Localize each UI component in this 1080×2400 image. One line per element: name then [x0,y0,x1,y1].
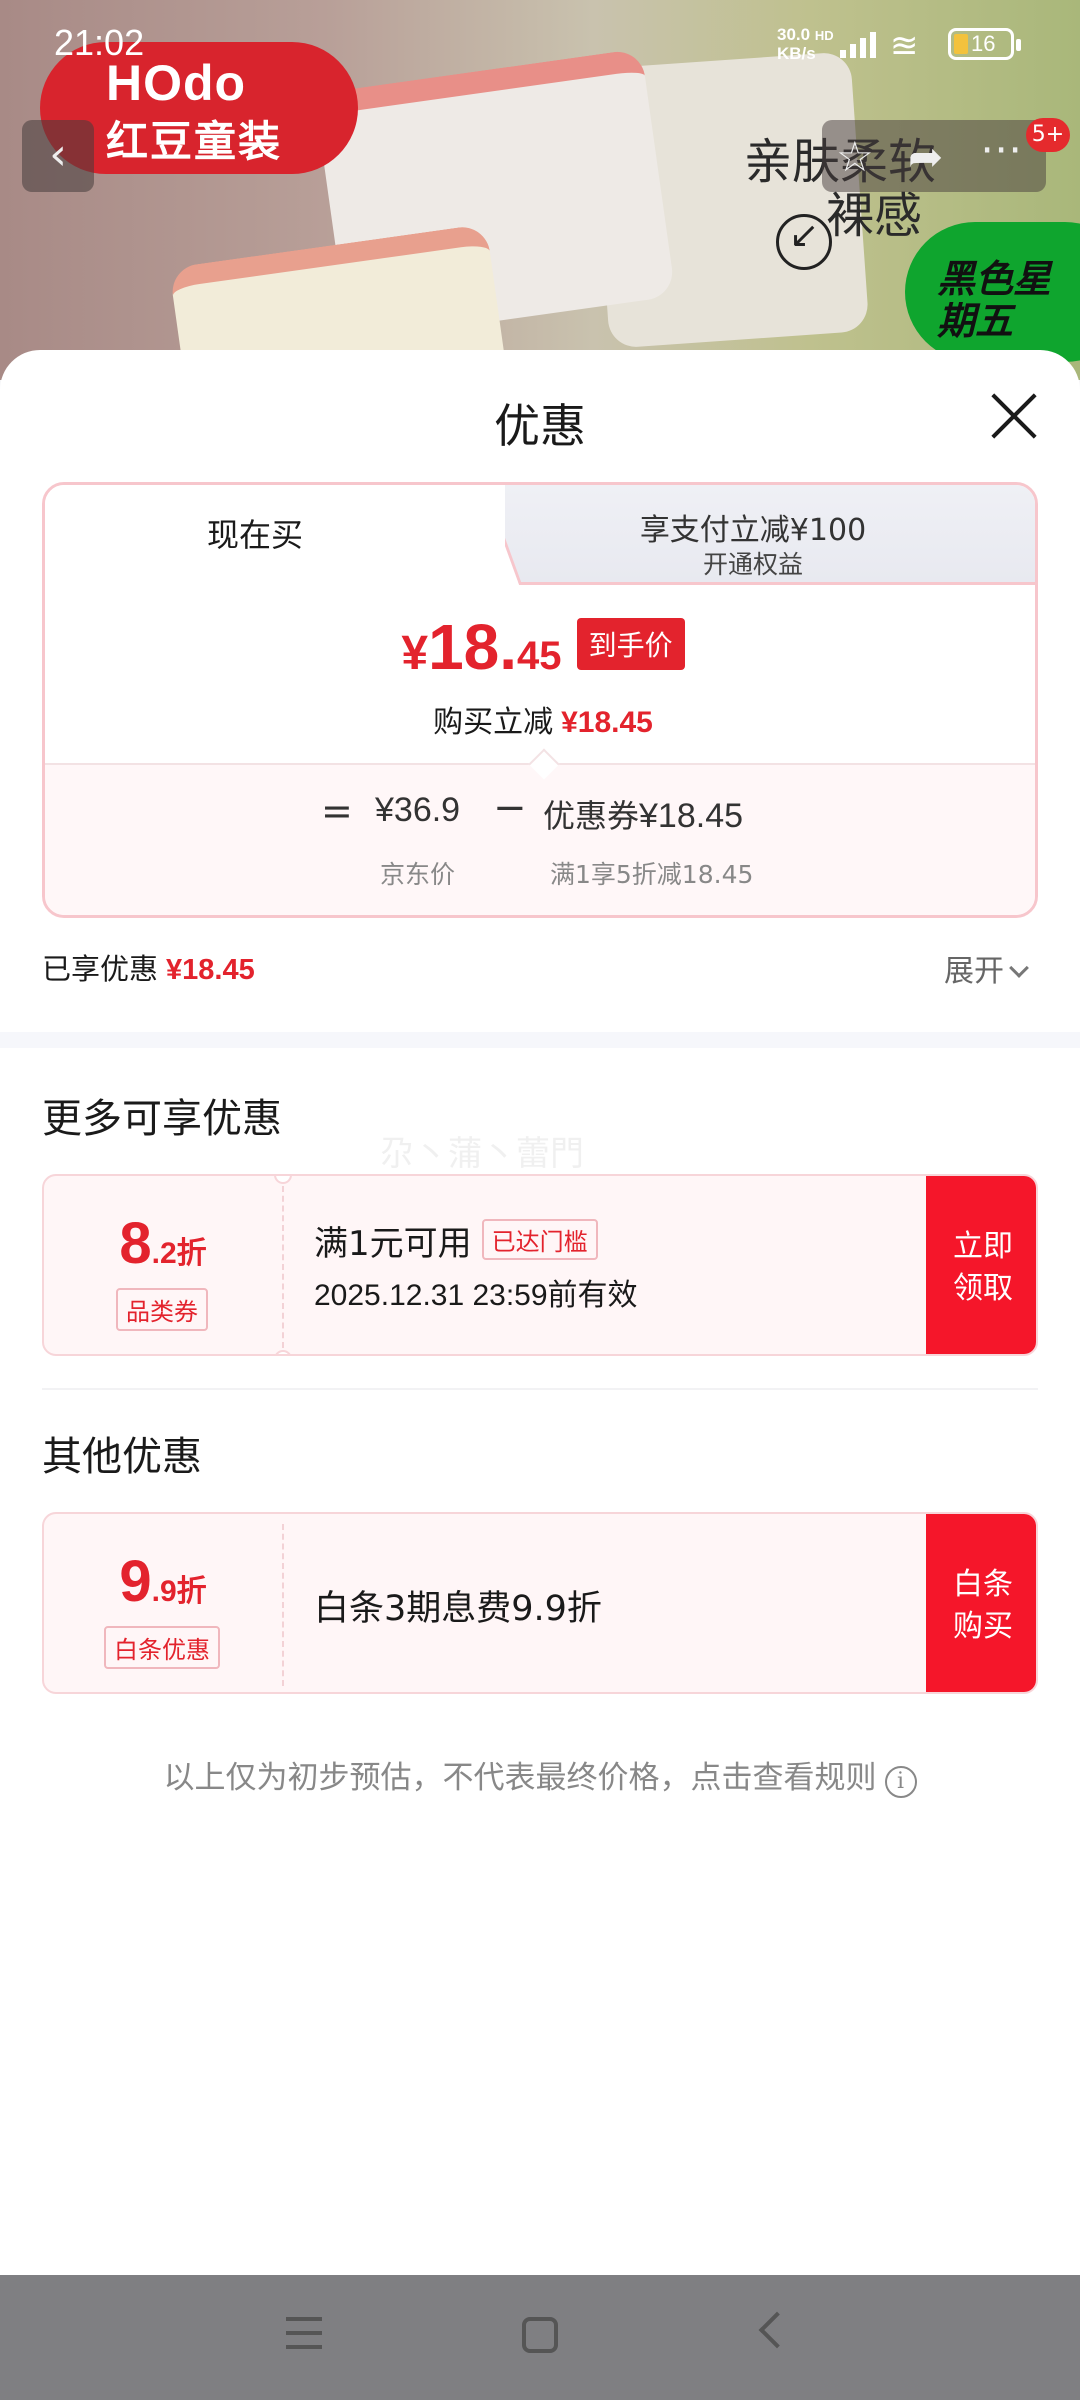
coupon-type: 品类券 [116,1288,208,1331]
final-price-currency: ¥ [401,627,429,680]
coupon-discount: 8.2折 [44,1210,282,1277]
reduce-label: 购买立减 [433,705,554,740]
reduce-value: ¥18.45 [561,706,653,739]
coupon-condition-text: 满1元可用 [314,1224,472,1264]
claim-coupon-button[interactable]: 立即领取 [926,1176,1036,1354]
battery-level: 16 [971,31,996,56]
top-actions: ☆ ➦ ⋯ [822,120,1046,192]
back-icon: ‹ [49,129,67,180]
coupon-deduction-label: 优惠券 [543,797,640,835]
promo-badge-text: 黑色星期五 [937,257,1052,343]
final-price: ¥18.45 [401,610,561,684]
share-icon[interactable]: ➦ [908,132,943,181]
nav-back-icon[interactable] [758,2311,796,2349]
sheet-title: 优惠 [494,399,586,453]
baitiao-coupon: 9.9折 白条优惠 白条3期息费9.9折 白条购买 [42,1512,1038,1694]
coupon-condition: 满1元可用 已达门槛 [314,1216,598,1265]
baitiao-buy-button[interactable]: 白条购买 [926,1514,1036,1692]
baitiao-buy-label: 白条购买 [953,1567,1013,1644]
jd-price-label: 京东价 [380,860,456,889]
net-speed-value: 30.0 [777,25,811,44]
status-time: 21:02 [54,22,145,63]
thin-divider [42,1388,1038,1390]
coupon-separator [282,1186,284,1348]
final-price-tag: 到手价 [576,618,685,670]
chevron-down-icon [1009,958,1029,978]
enjoyed-label: 已享优惠 [42,952,159,986]
final-price-integer: 18. [428,611,518,683]
close-icon[interactable] [988,390,1040,442]
tab-pay-benefit-sub: 开通权益 [702,550,803,579]
coupon-left: 9.9折 白条优惠 [44,1514,282,1692]
info-icon[interactable]: i [884,1766,917,1798]
coupon-validity: 2025.12.31 23:59前有效 [314,1279,638,1312]
claim-coupon-label: 立即领取 [953,1229,1013,1306]
tab-buy-now-label: 现在买 [206,516,303,554]
reduce-row: 购买立减 ¥18.45 [45,697,1035,741]
baitiao-desc: 白条3期息费9.9折 [314,1589,602,1629]
enjoyed-discount: 已享优惠 ¥18.45 [42,946,255,988]
final-price-decimal: 45 [517,634,562,678]
formula-minus: − [493,785,527,831]
discount-sheet: 优惠 享支付立减¥100 开通权益 现在买 ¥18.45 到手价 购买立减 ¥18… [0,350,1080,2275]
signal-icon [840,32,876,58]
arrow-icon [776,214,832,270]
category-coupon: 8.2折 品类券 满1元可用 已达门槛 2025.12.31 23:59前有效 立… [42,1174,1038,1356]
star-icon[interactable]: ☆ [836,132,874,181]
watermark: 尕丶蒲丶蕾門 [380,1134,584,1174]
coupon-deduction-value: ¥18.45 [639,797,744,835]
battery-icon: 16 [948,28,1021,60]
brand-logo-cn: 红豆童装 [106,117,283,166]
coupon-details: 白条3期息费9.9折 [314,1514,914,1692]
formula-equals: = [321,789,353,833]
nav-home-icon[interactable] [522,2317,558,2353]
more-icon[interactable]: ⋯ [980,124,1022,173]
final-price-row: ¥18.45 到手价 [45,610,1035,684]
price-card: 享支付立减¥100 开通权益 现在买 ¥18.45 到手价 购买立减 ¥18.45… [42,482,1038,918]
more-offers-title: 更多可享优惠 [42,1096,282,1142]
coupon-discount: 9.9折 [44,1548,282,1615]
threshold-reached-badge: 已达门槛 [481,1219,598,1260]
jd-price: ¥36.9 [375,791,461,829]
coupon-discount-small: .2折 [151,1237,207,1270]
coupon-notch [274,1350,292,1354]
enjoyed-value: ¥18.45 [166,954,255,986]
tab-buy-now[interactable]: 现在买 [45,485,505,585]
tab-pay-benefit[interactable]: 享支付立减¥100 开通权益 [465,485,1035,585]
coupon-discount-big: 9 [119,1549,152,1614]
coupon-discount-big: 8 [119,1211,152,1276]
expand-button[interactable]: 展开 [944,946,1029,990]
coupon-discount-small: .9折 [151,1575,207,1608]
system-nav-bar [0,2275,1080,2400]
wifi-icon: ≊ [890,26,919,66]
price-disclaimer[interactable]: 以上仅为初步预估，不代表最终价格，点击查看规则 i [0,1752,1080,1798]
net-speed-unit: KB/s [777,44,816,63]
price-disclaimer-text: 以上仅为初步预估，不代表最终价格，点击查看规则 [163,1760,877,1796]
coupon-type: 白条优惠 [104,1626,220,1669]
coupon-details: 满1元可用 已达门槛 2025.12.31 23:59前有效 [314,1176,914,1354]
net-speed: 30.0 HD KB/s [777,26,834,63]
coupon-deduction: 优惠券¥18.45 [543,791,743,837]
promo-badge: 黑色星期五 [905,222,1080,362]
section-divider [0,1032,1080,1048]
nav-menu-icon[interactable] [286,2317,322,2349]
notification-badge: 5+ [1026,118,1070,152]
back-button[interactable]: ‹ [22,120,94,192]
tab-pay-benefit-label: 享支付立减¥100 [639,513,867,548]
status-bar: 21:02 30.0 HD KB/s ≊ 16 [0,0,1080,90]
expand-label: 展开 [944,954,1004,989]
coupon-left: 8.2折 品类券 [44,1176,282,1354]
coupon-separator [282,1524,284,1686]
coupon-desc: 满1享5折减18.45 [550,860,754,889]
net-type: HD [814,28,834,43]
other-offers-title: 其他优惠 [42,1434,202,1480]
price-formula: = ¥36.9 − 优惠券¥18.45 京东价 满1享5折减18.45 [45,763,1035,915]
